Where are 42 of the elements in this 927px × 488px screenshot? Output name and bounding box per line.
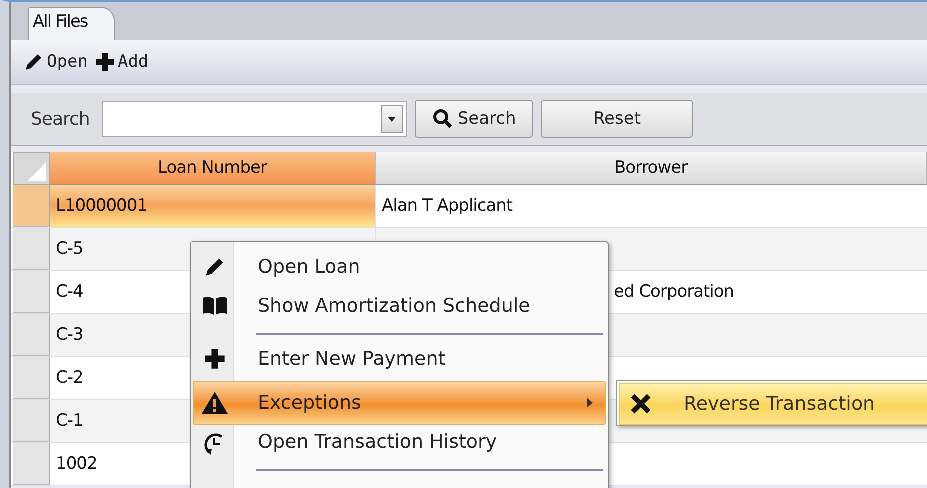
table-cell: C-3	[56, 325, 84, 345]
menu-item[interactable]: Open Transaction History	[193, 425, 606, 473]
warning-icon	[201, 391, 229, 415]
menu-item[interactable]: Exceptions	[193, 381, 606, 425]
table-cell: C-1	[56, 411, 84, 431]
table-cell: Alan T Applicant	[382, 196, 513, 216]
row-header[interactable]	[13, 443, 50, 485]
table-cell: 1002	[56, 454, 98, 474]
search-icon	[432, 108, 454, 130]
tab[interactable]: All Files	[28, 7, 115, 40]
row-header[interactable]	[13, 357, 50, 399]
row-header[interactable]	[13, 314, 50, 356]
table-cell: C-2	[56, 368, 84, 388]
reset-button[interactable]: Reset	[541, 100, 694, 138]
menu-item[interactable]: Reverse Transaction	[619, 383, 927, 425]
add-button[interactable]: Add	[94, 51, 149, 73]
row-header[interactable]	[13, 228, 50, 270]
table-cell: C-5	[56, 239, 84, 259]
table-cell: ed Corporation	[614, 282, 734, 302]
corner-triangle-icon	[28, 163, 46, 181]
column-header[interactable]: Loan Number	[50, 152, 376, 185]
table-cell: C-4	[56, 282, 84, 302]
dropdown-button[interactable]	[380, 105, 403, 133]
row-header[interactable]	[13, 271, 50, 313]
menu-item[interactable]: Show Amortization Schedule	[193, 289, 606, 337]
close-icon	[630, 393, 652, 415]
search-button[interactable]: Search	[414, 100, 534, 138]
plus-icon	[94, 51, 116, 73]
book-icon	[202, 295, 228, 317]
menu-item[interactable]: Enter New Payment	[193, 337, 606, 381]
row-header[interactable]	[13, 185, 50, 227]
table-cell: L10000001	[56, 196, 148, 216]
submenu-arrow-icon	[587, 398, 593, 408]
column-header[interactable]: Borrower	[376, 152, 927, 185]
open-button[interactable]: Open	[23, 51, 88, 73]
plus-icon	[203, 347, 227, 371]
select-all-corner[interactable]	[13, 152, 50, 185]
menu-item[interactable]: Open Loan	[193, 245, 606, 289]
caret-icon	[388, 116, 396, 122]
row-header[interactable]	[13, 400, 50, 442]
search-label: Search	[31, 108, 90, 130]
search-field[interactable]	[102, 101, 407, 137]
